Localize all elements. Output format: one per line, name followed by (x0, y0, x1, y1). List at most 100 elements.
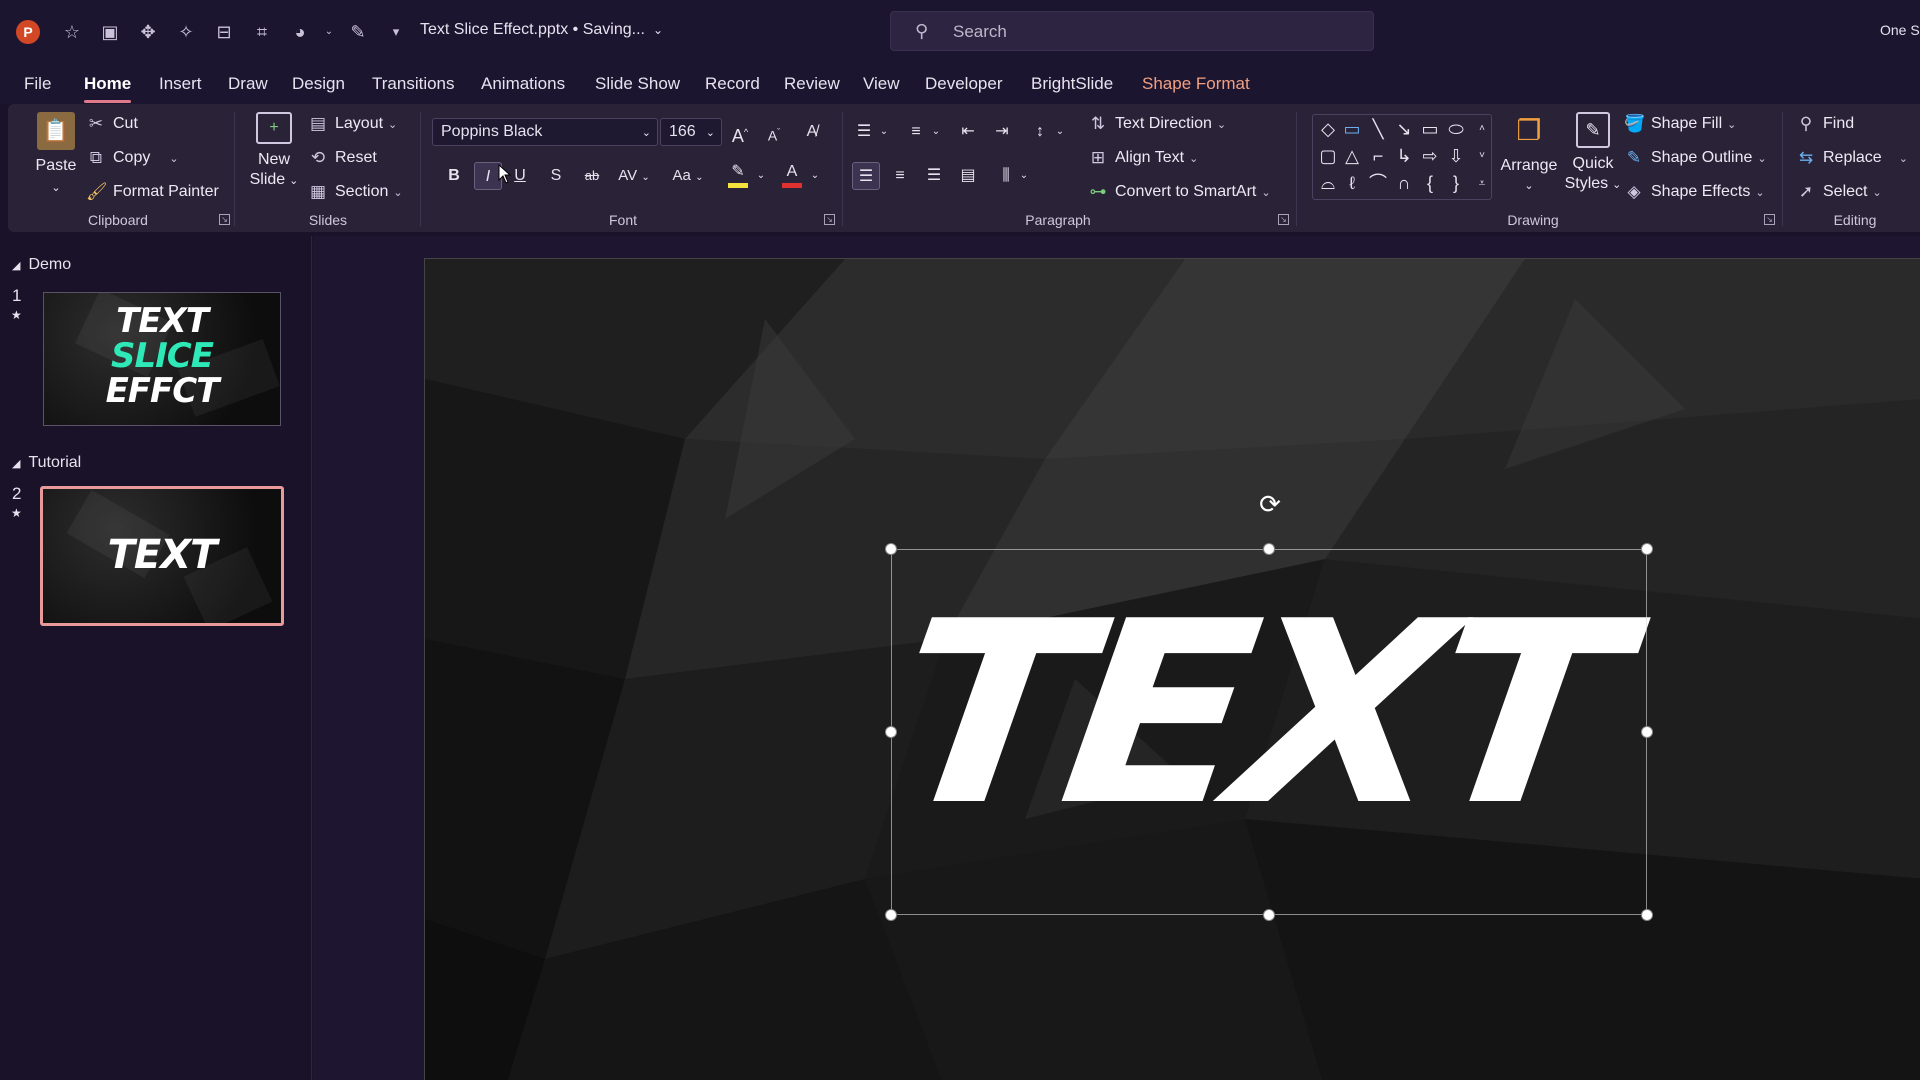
tab-file[interactable]: File (24, 74, 51, 94)
resize-handle-top-left[interactable] (885, 543, 897, 555)
columns-icon[interactable]: ⫼ (992, 162, 1020, 190)
tab-home[interactable]: Home (84, 74, 132, 103)
down-arrow-shape-icon[interactable]: ⇩ (1445, 145, 1467, 167)
collapse-triangle-icon[interactable]: ◢ (12, 260, 20, 272)
document-title[interactable]: Text Slice Effect.pptx • Saving... ⌄ (420, 21, 663, 39)
resize-handle-right[interactable] (1641, 726, 1653, 738)
tab-record[interactable]: Record (705, 74, 760, 94)
decrease-indent-icon[interactable]: ⇤ (954, 118, 982, 146)
cut-button[interactable]: ✂ Cut (86, 114, 138, 134)
paragraph-launcher-icon[interactable]: ↘ (1278, 214, 1289, 225)
chevron-down-icon[interactable]: ⌄ (28, 178, 84, 198)
chevron-down-icon[interactable]: ⌄ (642, 126, 651, 139)
arrow-line-shape-icon[interactable]: ↘ (1393, 118, 1415, 140)
chevron-down-icon[interactable]: ⌄ (653, 23, 663, 37)
tab-transitions[interactable]: Transitions (372, 74, 455, 94)
line-spacing-icon[interactable]: ↕ (1026, 118, 1054, 146)
triangle-shape-icon[interactable]: △ (1341, 145, 1363, 167)
paste-button[interactable]: 📋 Paste ⌄ (28, 112, 84, 198)
align-left-icon[interactable]: ☰ (852, 162, 880, 190)
freeform-shape-icon[interactable]: ⌓ (1317, 172, 1339, 194)
align-center-icon[interactable]: ≡ (886, 162, 914, 190)
slide-thumbnail-1[interactable]: TEXT SLICE EFFCT (43, 292, 281, 426)
tab-slide-show[interactable]: Slide Show (595, 74, 680, 94)
elbow-arrow-shape-icon[interactable]: ↳ (1393, 145, 1415, 167)
font-name-combo[interactable]: Poppins Black ⌄ (432, 118, 658, 146)
strikethrough-button[interactable]: ab (578, 162, 606, 190)
chevron-down-icon[interactable]: ⌄ (878, 118, 890, 146)
resize-handle-left[interactable] (885, 726, 897, 738)
tab-animations[interactable]: Animations (481, 74, 565, 94)
shape-fill-button[interactable]: 🪣 Shape Fill ⌄ (1624, 114, 1736, 134)
shape-effects-button[interactable]: ◈ Shape Effects ⌄ (1624, 182, 1764, 202)
crop-icon[interactable]: ⌗ (248, 18, 276, 46)
numbering-icon[interactable]: ≡ (902, 118, 930, 146)
layout-button[interactable]: ▤ Layout ⌄ (308, 114, 397, 134)
gallery-more-icon[interactable]: ⩡ (1471, 172, 1493, 194)
change-case-button[interactable]: Aa ⌄ (666, 162, 710, 190)
tab-review[interactable]: Review (784, 74, 840, 94)
rounded-rect-shape-icon[interactable]: ▢ (1317, 145, 1339, 167)
curve-shape-icon[interactable]: ∩ (1393, 172, 1415, 194)
shadow-button[interactable]: S (542, 162, 570, 190)
increase-indent-icon[interactable]: ⇥ (988, 118, 1016, 146)
section-header-tutorial[interactable]: ◢ Tutorial (12, 454, 81, 472)
chevron-down-icon[interactable]: ⌄ (1018, 162, 1030, 190)
text-direction-button[interactable]: ⇅ Text Direction ⌄ (1088, 114, 1226, 134)
tab-design[interactable]: Design (292, 74, 345, 94)
section-header-demo[interactable]: ◢ Demo (12, 256, 71, 274)
rectangle-shape-icon[interactable]: ▭ (1419, 118, 1441, 140)
grow-font-button[interactable]: A^ (726, 118, 754, 146)
new-slide-button[interactable]: + New Slide ⌄ (244, 112, 304, 191)
clear-formatting-icon[interactable]: A̸ (798, 118, 826, 146)
arrange-button[interactable]: ❐ Arrange ⌄ (1498, 112, 1560, 196)
rotate-handle-icon[interactable]: ⟳ (1256, 490, 1284, 518)
scribble-shape-icon[interactable]: ℓ (1341, 172, 1363, 194)
diamond-shape-icon[interactable]: ◇ (1317, 118, 1339, 140)
drawing-launcher-icon[interactable]: ↘ (1764, 214, 1775, 225)
line-shape-icon[interactable]: ╲ (1367, 118, 1389, 140)
arc-shape-icon[interactable]: ⌒ (1367, 172, 1389, 194)
tab-draw[interactable]: Draw (228, 74, 268, 94)
left-brace-shape-icon[interactable]: { (1419, 172, 1441, 194)
gallery-up-icon[interactable]: ˄ (1471, 118, 1493, 140)
chevron-down-icon[interactable]: ⌄ (808, 162, 822, 190)
slide-thumbnail-pane[interactable]: ◢ Demo 1 ★ TEXT SLICE EFFCT ◢ Tutorial 2 ★… (0, 236, 312, 1080)
shapes-gallery[interactable]: ◇ ▭ ╲ ↘ ▭ ⬭ ▢ △ ⌐ ↳ ⇨ ⇩ ⌓ ℓ ⌒ ∩ { } ˄ ˅ … (1312, 114, 1492, 200)
tab-insert[interactable]: Insert (159, 74, 202, 94)
shape-outline-button[interactable]: ✎ Shape Outline ⌄ (1624, 148, 1767, 168)
chevron-down-icon[interactable]: ⌄ (930, 118, 942, 146)
align-text-button[interactable]: ⊞ Align Text ⌄ (1088, 148, 1198, 168)
quick-styles-button[interactable]: ✎ Quick Styles ⌄ (1562, 112, 1624, 195)
clipboard-launcher-icon[interactable]: ↘ (219, 214, 230, 225)
account-name[interactable]: One S (1880, 22, 1920, 38)
font-launcher-icon[interactable]: ↘ (824, 214, 835, 225)
reset-button[interactable]: ⟲ Reset (308, 148, 377, 168)
resize-handle-bottom-left[interactable] (885, 909, 897, 921)
select-button[interactable]: ➚ Select ⌄ (1796, 182, 1882, 202)
bullets-icon[interactable]: ☰ (850, 118, 878, 146)
star-icon[interactable]: ☆ (58, 18, 86, 46)
convert-smartart-button[interactable]: ⊶ Convert to SmartArt ⌄ (1088, 182, 1271, 202)
tab-view[interactable]: View (863, 74, 900, 94)
right-brace-shape-icon[interactable]: } (1445, 172, 1467, 194)
dropdown-icon[interactable]: ⌄ (324, 18, 334, 46)
slide-thumbnail-2[interactable]: TEXT (40, 486, 284, 626)
find-button[interactable]: ⚲ Find (1796, 114, 1854, 134)
collapse-triangle-icon[interactable]: ◢ (12, 458, 20, 470)
chevron-down-icon[interactable]: ⌄ (754, 162, 768, 190)
search-input[interactable] (953, 19, 1353, 45)
chevron-down-icon[interactable]: ⌄ (1054, 118, 1066, 146)
copy-button[interactable]: ⧉ Copy ⌄ (86, 148, 179, 168)
replace-button[interactable]: ⇆ Replace ⌄ (1796, 148, 1908, 168)
shapes-icon[interactable]: ◕ (286, 18, 314, 46)
character-spacing-button[interactable]: AV ⌄ (612, 162, 656, 190)
font-size-combo[interactable]: 166 ⌄ (660, 118, 722, 146)
tab-shape-format[interactable]: Shape Format (1142, 74, 1250, 94)
bold-button[interactable]: B (440, 162, 468, 190)
right-arrow-shape-icon[interactable]: ⇨ (1419, 145, 1441, 167)
justify-icon[interactable]: ▤ (954, 162, 982, 190)
elbow-connector-shape-icon[interactable]: ⌐ (1367, 145, 1389, 167)
shrink-font-button[interactable]: Aˇ (760, 118, 788, 146)
align-right-icon[interactable]: ☰ (920, 162, 948, 190)
